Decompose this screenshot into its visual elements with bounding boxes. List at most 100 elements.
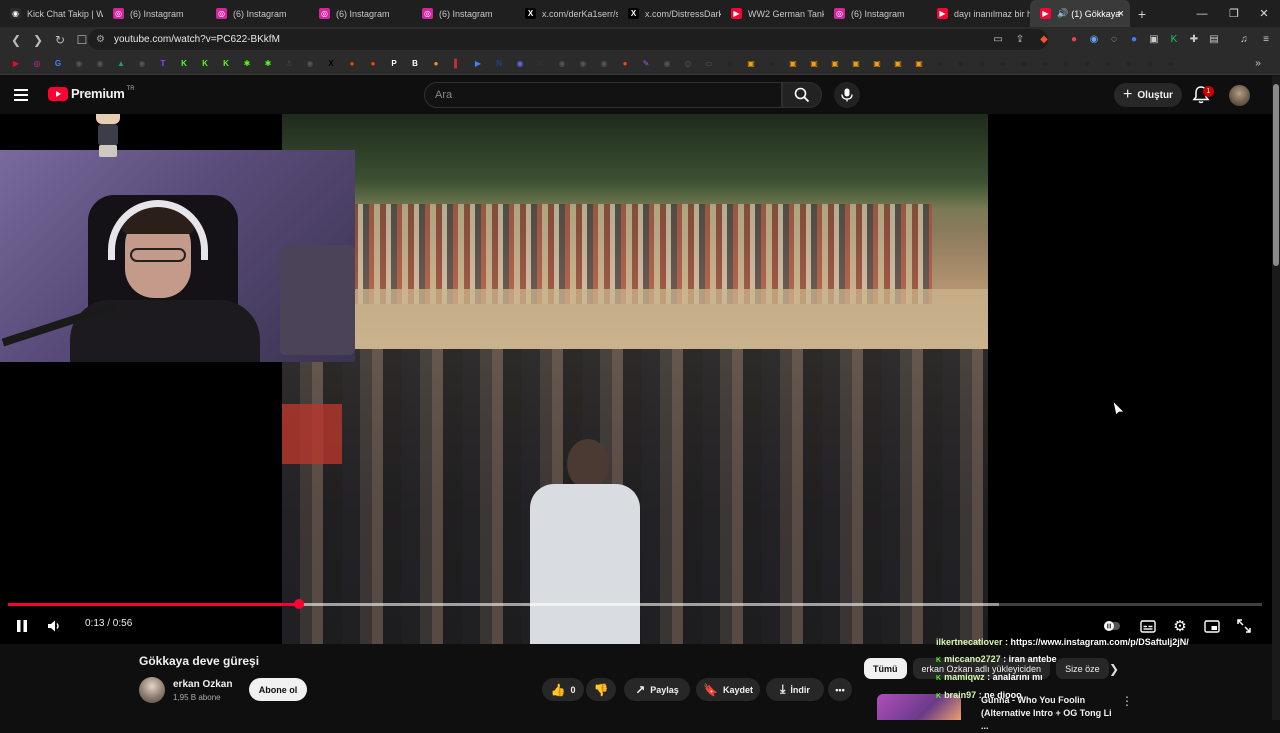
account-avatar[interactable] bbox=[1229, 85, 1250, 106]
pin-icon[interactable]: ▌ bbox=[449, 55, 465, 71]
extension-icon[interactable]: ▣ bbox=[1146, 31, 1162, 47]
forward-icon[interactable]: ❯ bbox=[28, 33, 48, 47]
youtube-icon[interactable]: ▶ bbox=[8, 55, 24, 71]
tab-3[interactable]: ◎ (6) Instagram bbox=[309, 0, 412, 27]
steam-icon[interactable]: ◆ bbox=[953, 55, 969, 71]
steam-icon[interactable]: ◆ bbox=[1058, 55, 1074, 71]
play-icon[interactable]: ▶ bbox=[470, 55, 486, 71]
tab-5[interactable]: Xx.com/derKa1serr/st bbox=[515, 0, 618, 27]
pause-button[interactable] bbox=[12, 616, 32, 636]
extensions-puzzle-icon[interactable]: ✚ bbox=[1186, 31, 1202, 47]
url-bar[interactable]: ⚙ youtube.com/watch?v=PC622-BKkfM bbox=[88, 29, 1048, 50]
like-button[interactable]: 👍 0 bbox=[542, 678, 584, 701]
drive-icon[interactable]: ▲ bbox=[113, 55, 129, 71]
extension-icon[interactable]: K bbox=[1166, 31, 1182, 47]
close-window-button[interactable]: ✕ bbox=[1248, 0, 1280, 27]
subtitles-button[interactable] bbox=[1138, 616, 1158, 636]
extension-icon[interactable]: ● bbox=[1066, 31, 1082, 47]
channel-name[interactable]: erkan Ozkan bbox=[173, 679, 232, 690]
kick-icon[interactable]: K bbox=[176, 55, 192, 71]
sidebar-icon[interactable]: ▤ bbox=[1206, 31, 1222, 47]
reddit-icon[interactable]: ● bbox=[617, 55, 633, 71]
box-icon[interactable]: ▣ bbox=[743, 55, 759, 71]
k-icon[interactable]: K bbox=[533, 55, 549, 71]
cast-icon[interactable]: ▭ bbox=[990, 31, 1006, 47]
globe-icon[interactable]: ◉ bbox=[302, 55, 318, 71]
globe-icon[interactable]: ◉ bbox=[554, 55, 570, 71]
tab-2[interactable]: ◎ (6) Instagram bbox=[206, 0, 309, 27]
folder-icon[interactable]: ▭ bbox=[701, 55, 717, 71]
instagram-icon[interactable]: ◎ bbox=[29, 55, 45, 71]
steam-icon[interactable]: ◆ bbox=[974, 55, 990, 71]
steam-icon[interactable]: ◆ bbox=[1142, 55, 1158, 71]
feather-icon[interactable]: ✎ bbox=[638, 55, 654, 71]
bookmarks-overflow-button[interactable]: » bbox=[1250, 55, 1266, 71]
more-actions-button[interactable]: ••• bbox=[828, 678, 852, 701]
twitch-icon[interactable]: T bbox=[155, 55, 171, 71]
x-icon[interactable]: X bbox=[323, 55, 339, 71]
extension-icon[interactable]: ● bbox=[1126, 31, 1142, 47]
tab-active[interactable]: ▶ 🔊 (1) Gökkaya × bbox=[1030, 0, 1130, 27]
star-icon[interactable]: ✱ bbox=[239, 55, 255, 71]
share-icon[interactable]: ⇪ bbox=[1012, 31, 1028, 47]
steam-icon[interactable]: ◆ bbox=[764, 55, 780, 71]
p-icon[interactable]: P bbox=[386, 55, 402, 71]
box-icon[interactable]: ▣ bbox=[806, 55, 822, 71]
globe-icon[interactable]: ◉ bbox=[134, 55, 150, 71]
close-tab-icon[interactable]: × bbox=[1118, 8, 1124, 20]
tab-9[interactable]: ▶ dayı inanılmaz bir h bbox=[927, 0, 1030, 27]
search-button[interactable] bbox=[782, 82, 822, 108]
hamburger-menu-icon[interactable] bbox=[14, 85, 34, 105]
subscribe-button[interactable]: Abone ol bbox=[249, 678, 307, 701]
box-icon[interactable]: ▣ bbox=[785, 55, 801, 71]
star-icon[interactable]: ✱ bbox=[260, 55, 276, 71]
globe-icon[interactable]: ◉ bbox=[575, 55, 591, 71]
tab-6[interactable]: Xx.com/DistressDark bbox=[618, 0, 721, 27]
menu-icon[interactable]: ≡ bbox=[1258, 31, 1274, 47]
volume-button[interactable] bbox=[45, 616, 65, 636]
steam-icon[interactable]: ◆ bbox=[722, 55, 738, 71]
new-tab-button[interactable]: + bbox=[1130, 6, 1154, 22]
circle-icon[interactable]: ◎ bbox=[680, 55, 696, 71]
extension-icon[interactable]: ◌ bbox=[1106, 31, 1122, 47]
channel-avatar[interactable] bbox=[139, 677, 165, 703]
fullscreen-button[interactable] bbox=[1234, 616, 1254, 636]
translate-icon[interactable]: G bbox=[50, 55, 66, 71]
extension-icon[interactable]: ◉ bbox=[1086, 31, 1102, 47]
box-icon[interactable]: ▣ bbox=[890, 55, 906, 71]
autoplay-toggle[interactable] bbox=[1102, 616, 1122, 636]
maximize-button[interactable]: ❐ bbox=[1218, 0, 1250, 27]
download-button[interactable]: ⤓ İndir bbox=[766, 678, 824, 701]
scrollbar-thumb[interactable] bbox=[1273, 84, 1279, 266]
tab-7[interactable]: ▶ WW2 German Tanks bbox=[721, 0, 824, 27]
progress-bar[interactable] bbox=[8, 599, 1262, 609]
globe-icon[interactable]: ◉ bbox=[512, 55, 528, 71]
globe-icon[interactable]: ◉ bbox=[596, 55, 612, 71]
minimize-button[interactable]: — bbox=[1186, 0, 1218, 27]
settings-button[interactable]: ⚙ bbox=[1170, 616, 1190, 636]
reddit-icon[interactable]: ● bbox=[365, 55, 381, 71]
box-icon[interactable]: ▣ bbox=[848, 55, 864, 71]
tab-4[interactable]: ◎ (6) Instagram bbox=[412, 0, 515, 27]
playlist-icon[interactable]: ♫ bbox=[1236, 31, 1252, 47]
voice-search-button[interactable] bbox=[834, 82, 860, 108]
steam-icon[interactable]: ◆ bbox=[1016, 55, 1032, 71]
tab-8[interactable]: ◎ (6) Instagram bbox=[824, 0, 927, 27]
page-scrollbar[interactable] bbox=[1272, 76, 1280, 720]
b-icon[interactable]: B bbox=[407, 55, 423, 71]
globe-icon[interactable]: ◉ bbox=[659, 55, 675, 71]
steam-icon[interactable]: ◆ bbox=[1163, 55, 1179, 71]
steam-icon[interactable]: ◆ bbox=[1121, 55, 1137, 71]
anchor-icon[interactable]: ⚓ bbox=[281, 55, 297, 71]
globe-icon[interactable]: ◉ bbox=[92, 55, 108, 71]
kick-icon[interactable]: K bbox=[197, 55, 213, 71]
steam-icon[interactable]: ◆ bbox=[995, 55, 1011, 71]
steam-icon[interactable]: ◆ bbox=[1100, 55, 1116, 71]
box-icon[interactable]: ▣ bbox=[827, 55, 843, 71]
box-icon[interactable]: ▣ bbox=[869, 55, 885, 71]
save-button[interactable]: 🔖 Kaydet bbox=[696, 678, 760, 701]
site-info-icon[interactable]: ⚙ bbox=[96, 34, 105, 45]
create-button[interactable]: + Oluştur bbox=[1114, 83, 1182, 107]
dislike-button[interactable]: 👎 bbox=[586, 678, 616, 701]
video-player[interactable]: 0:13 / 0:56 ⚙ bbox=[0, 114, 1272, 644]
